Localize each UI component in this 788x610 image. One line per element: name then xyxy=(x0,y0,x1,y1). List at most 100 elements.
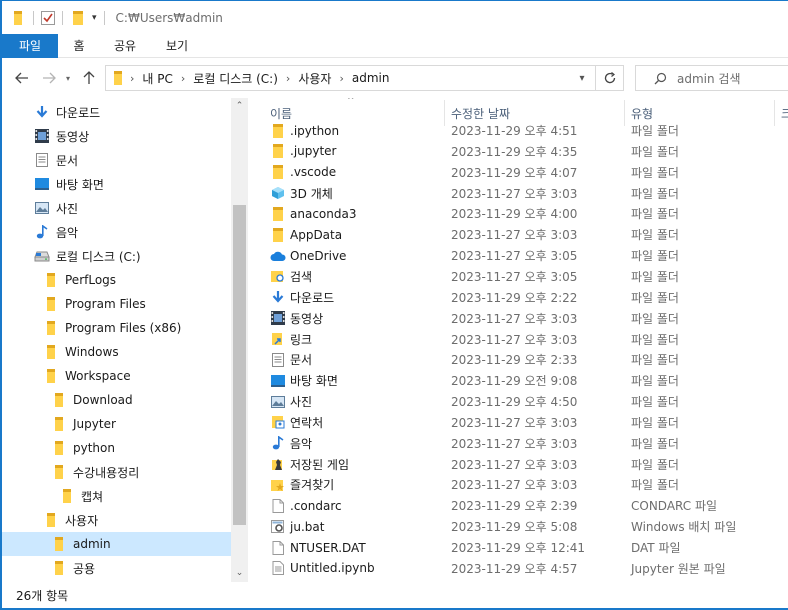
link-folder-icon xyxy=(270,331,286,347)
file-row[interactable]: .condarc 2023-11-29 오후 2:39 CONDARC 파일 xyxy=(270,495,788,516)
back-button[interactable] xyxy=(10,66,34,90)
nav-item-desktop[interactable]: 바탕 화면 xyxy=(2,172,231,196)
file-name: 검색 xyxy=(290,269,313,284)
status-bar: 26개 항목 xyxy=(2,582,788,608)
file-row[interactable]: anaconda3 2023-11-29 오후 4:00 파일 폴더 xyxy=(270,203,788,224)
file-row[interactable]: 다운로드 2023-11-29 오후 2:22 파일 폴더 xyxy=(270,287,788,308)
desktop-icon xyxy=(270,373,286,389)
chevron-right-icon[interactable]: › xyxy=(130,72,134,85)
file-row[interactable]: 음악 2023-11-27 오후 3:03 파일 폴더 xyxy=(270,433,788,454)
file-name: 다운로드 xyxy=(290,290,335,305)
nav-item-users[interactable]: 사용자 xyxy=(2,508,231,532)
file-row[interactable]: 즐겨찾기 2023-11-27 오후 3:03 파일 폴더 xyxy=(270,474,788,495)
new-folder-icon[interactable] xyxy=(70,10,86,25)
nav-item-music[interactable]: 음악 xyxy=(2,220,231,244)
navigation-pane-scrollbar[interactable]: ⌃ ⌄ xyxy=(231,98,248,582)
customize-toolbar-dropdown-icon[interactable]: ▾ xyxy=(92,13,97,23)
tab-view[interactable]: 보기 xyxy=(150,34,204,58)
up-button[interactable] xyxy=(77,66,101,90)
address-bar[interactable]: › 내 PC › 로컬 디스크 (C:) › 사용자 › admin ▾ xyxy=(105,65,624,91)
file-name: .ipython xyxy=(290,123,340,138)
nav-item-local-disk[interactable]: 로컬 디스크 (C:) xyxy=(2,244,231,268)
file-name: .jupyter xyxy=(290,144,337,159)
file-row[interactable]: OneDrive 2023-11-27 오후 3:05 파일 폴더 xyxy=(270,245,788,266)
file-row[interactable]: AppData 2023-11-27 오후 3:03 파일 폴더 xyxy=(270,224,788,245)
forward-button[interactable] xyxy=(37,66,61,90)
breadcrumb-local-disk[interactable]: 로컬 디스크 (C:) xyxy=(193,70,278,87)
folder-icon xyxy=(43,296,59,312)
folder-icon xyxy=(51,464,67,480)
file-name: NTUSER.DAT xyxy=(290,540,366,555)
blank-file-icon xyxy=(270,540,286,556)
file-row[interactable]: .jupyter 2023-11-29 오후 4:35 파일 폴더 xyxy=(270,141,788,162)
file-row[interactable]: 사진 2023-11-29 오후 4:50 파일 폴더 xyxy=(270,391,788,412)
folder-icon xyxy=(43,368,59,384)
nav-item-pictures[interactable]: 사진 xyxy=(2,196,231,220)
nav-item-videos[interactable]: 동영상 xyxy=(2,124,231,148)
nav-item-admin[interactable]: admin xyxy=(2,532,231,556)
file-date: 2023-11-27 오후 3:05 xyxy=(451,249,578,264)
scrollbar-thumb[interactable] xyxy=(233,205,246,525)
nav-item-program-files[interactable]: Program Files xyxy=(2,292,231,316)
scroll-down-icon[interactable]: ⌄ xyxy=(231,565,248,582)
chevron-right-icon[interactable]: › xyxy=(286,72,290,85)
document-icon xyxy=(34,152,50,168)
file-name: 연락처 xyxy=(290,415,324,430)
file-row[interactable]: Untitled.ipynb 2023-11-29 오후 4:57 Jupyter … xyxy=(270,558,788,579)
nav-item-label: Windows xyxy=(65,345,119,359)
cube-3d-icon xyxy=(270,185,286,201)
nav-item-label: Program Files xyxy=(65,297,146,311)
breadcrumb-users[interactable]: 사용자 xyxy=(298,70,331,87)
nav-item-workspace[interactable]: Workspace xyxy=(2,364,231,388)
breadcrumb-admin[interactable]: admin xyxy=(352,71,390,85)
nav-item-download[interactable]: Download xyxy=(2,388,231,412)
file-row[interactable]: 3D 개체 2023-11-27 오후 3:03 파일 폴더 xyxy=(270,183,788,204)
recent-locations-button[interactable]: ▾ xyxy=(61,66,75,90)
file-date: 2023-11-29 오후 2:22 xyxy=(451,290,578,305)
tab-share[interactable]: 공유 xyxy=(100,34,150,58)
address-dropdown-icon[interactable]: ▾ xyxy=(571,66,593,90)
file-row[interactable]: ju.bat 2023-11-29 오후 5:08 Windows 배치 파일 xyxy=(270,516,788,537)
file-row[interactable]: NTUSER.DAT 2023-11-29 오후 12:41 DAT 파일 xyxy=(270,537,788,558)
breadcrumb-this-pc[interactable]: 내 PC xyxy=(142,70,172,87)
nav-item-documents[interactable]: 문서 xyxy=(2,148,231,172)
nav-item-capture[interactable]: 캡쳐 xyxy=(2,484,231,508)
blank-file-icon xyxy=(270,498,286,514)
tab-file[interactable]: 파일 xyxy=(2,34,58,58)
column-size-label: 크 xyxy=(781,106,788,121)
properties-checkbox-icon[interactable] xyxy=(41,10,55,25)
tab-home[interactable]: 홈 xyxy=(58,34,100,58)
file-row[interactable]: 검색 2023-11-27 오후 3:05 파일 폴더 xyxy=(270,266,788,287)
scroll-up-icon[interactable]: ⌃ xyxy=(231,98,248,115)
file-row[interactable]: .vscode 2023-11-29 오후 4:07 파일 폴더 xyxy=(270,162,788,183)
file-type: 파일 폴더 xyxy=(631,207,679,222)
file-row[interactable]: 저장된 게임 2023-11-27 오후 3:03 파일 폴더 xyxy=(270,454,788,475)
refresh-button[interactable] xyxy=(595,66,623,90)
file-row[interactable]: .ipython 2023-11-29 오후 4:51 파일 폴더 xyxy=(270,120,788,141)
file-type: 파일 폴더 xyxy=(631,353,679,368)
file-date: 2023-11-27 오후 3:03 xyxy=(451,457,578,472)
nav-item-windows[interactable]: Windows xyxy=(2,340,231,364)
chevron-right-icon[interactable]: › xyxy=(181,72,185,85)
nav-item-perflogs[interactable]: PerfLogs xyxy=(2,268,231,292)
file-row[interactable]: 연락처 2023-11-27 오후 3:03 파일 폴더 xyxy=(270,412,788,433)
file-name: 음악 xyxy=(290,436,313,451)
nav-item-downloads[interactable]: 다운로드 xyxy=(2,100,231,124)
file-row[interactable]: 링크 2023-11-27 오후 3:03 파일 폴더 xyxy=(270,329,788,350)
nav-item-jupyter[interactable]: Jupyter xyxy=(2,412,231,436)
folder-icon xyxy=(10,10,26,25)
file-row[interactable]: 동영상 2023-11-27 오후 3:03 파일 폴더 xyxy=(270,308,788,329)
file-type: 파일 폴더 xyxy=(631,415,679,430)
nav-item-course-notes[interactable]: 수강내용정리 xyxy=(2,460,231,484)
search-box[interactable]: admin 검색 xyxy=(635,65,788,91)
chevron-right-icon[interactable]: › xyxy=(339,72,343,85)
file-type: Windows 배치 파일 xyxy=(631,520,737,535)
nav-item-label: 공용 xyxy=(73,561,96,576)
file-row[interactable]: 바탕 화면 2023-11-29 오전 9:08 파일 폴더 xyxy=(270,370,788,391)
nav-item-program-files-x86[interactable]: Program Files (x86) xyxy=(2,316,231,340)
nav-item-public[interactable]: 공용 xyxy=(2,556,231,580)
nav-item-python[interactable]: python xyxy=(2,436,231,460)
file-type: Jupyter 원본 파일 xyxy=(631,561,726,576)
file-name: 저장된 게임 xyxy=(290,457,350,472)
file-row[interactable]: 문서 2023-11-29 오후 2:33 파일 폴더 xyxy=(270,349,788,370)
